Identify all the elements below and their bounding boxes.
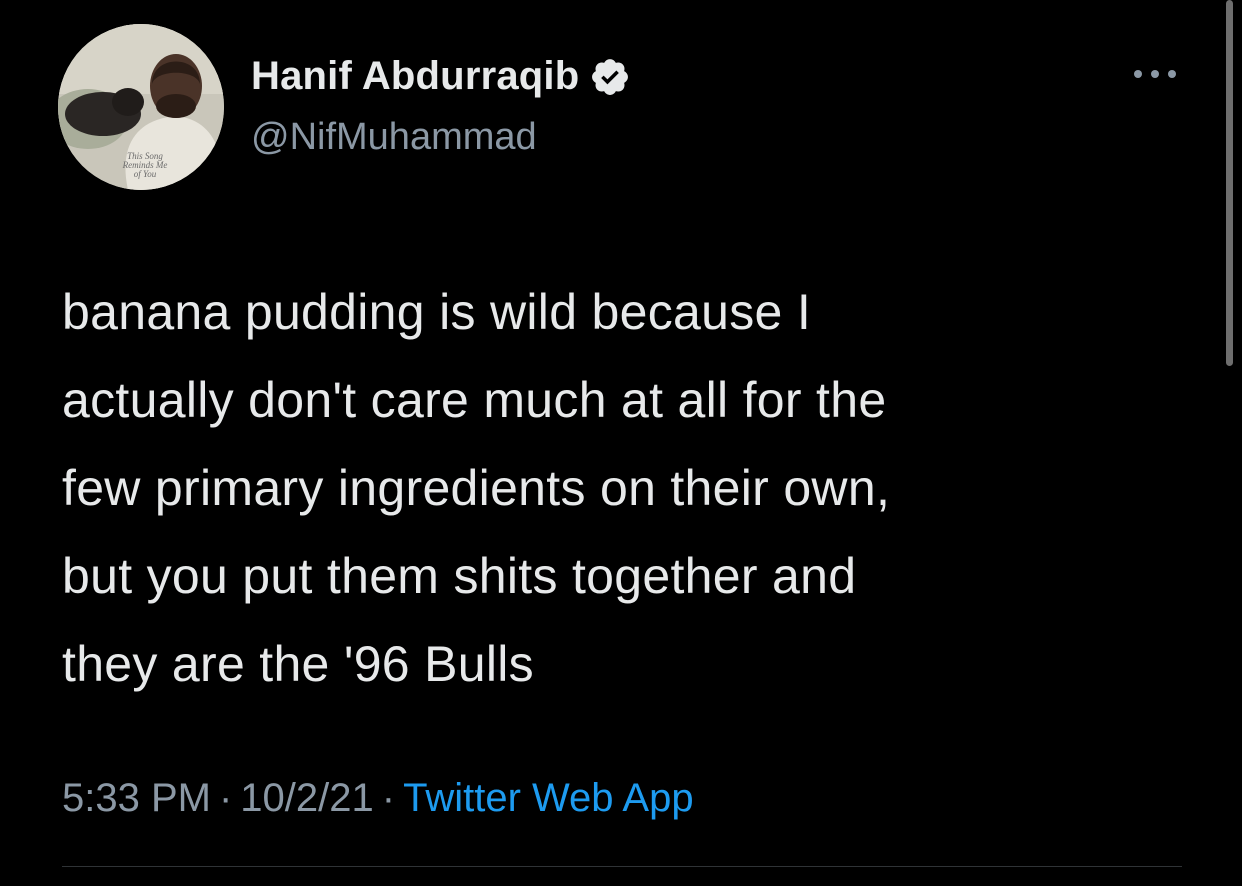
verified-badge-icon (589, 56, 631, 98)
author-display-name-row[interactable]: Hanif Abdurraqib (251, 54, 631, 99)
avatar[interactable]: This Song Reminds Me of You (58, 24, 224, 190)
avatar-shirt-text: This Song Reminds Me of You (122, 152, 168, 179)
tweet-date[interactable]: 10/2/21 (240, 776, 373, 820)
scrollbar[interactable] (1226, 0, 1233, 366)
author-handle[interactable]: @NifMuhammad (251, 116, 537, 159)
tweet-metadata: 5:33 PM · 10/2/21 · Twitter Web App (62, 776, 694, 821)
tweet-text: banana pudding is wild because I actuall… (62, 284, 891, 692)
divider (62, 866, 1182, 867)
more-options-icon[interactable] (1130, 62, 1180, 86)
meta-separator: · (381, 776, 396, 820)
author-display-name[interactable]: Hanif Abdurraqib (251, 54, 579, 99)
tweet-time[interactable]: 5:33 PM (62, 776, 211, 820)
meta-separator: · (218, 776, 233, 820)
tweet-source-link[interactable]: Twitter Web App (403, 776, 694, 820)
